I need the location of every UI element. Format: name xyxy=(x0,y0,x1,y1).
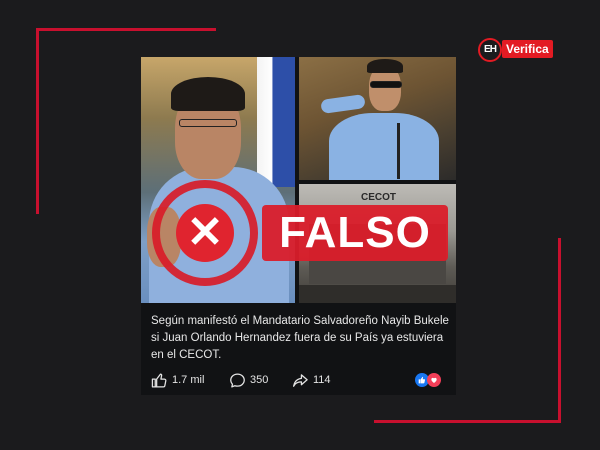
post-photo-top-right[interactable] xyxy=(299,57,456,180)
share-count: 114 xyxy=(313,374,331,386)
microphone xyxy=(397,123,400,179)
frame-bottom-right-vertical xyxy=(558,238,561,422)
logo-mark: EH xyxy=(478,38,502,62)
glasses xyxy=(179,119,237,127)
close-icon: ✕ xyxy=(176,204,234,262)
floor xyxy=(299,285,456,303)
person-hair xyxy=(171,77,245,111)
share-button[interactable]: 114 xyxy=(291,371,331,389)
logo-text: Verifica xyxy=(502,40,553,58)
person-shirt xyxy=(329,113,439,180)
comment-button[interactable]: 350 xyxy=(229,371,268,389)
person-hair xyxy=(367,59,403,73)
falso-label: FALSO xyxy=(262,205,448,261)
frame-top-left-horizontal xyxy=(36,28,216,31)
share-arrow-icon xyxy=(292,373,308,387)
frame-top-left-vertical xyxy=(36,28,39,214)
eh-verifica-logo: EH Verifica xyxy=(478,38,558,62)
flag xyxy=(257,57,295,187)
like-count: 1.7 mil xyxy=(172,374,205,386)
thumbs-up-icon xyxy=(151,372,167,388)
post-caption: Según manifestó el Mandatario Salvadoreñ… xyxy=(151,315,449,361)
comment-count: 350 xyxy=(250,374,269,386)
like-button[interactable]: 1.7 mil xyxy=(151,371,204,389)
sunglasses xyxy=(370,81,402,88)
reaction-summary[interactable] xyxy=(415,373,445,387)
pointing-arm xyxy=(320,94,366,114)
cecot-sign: CECOT xyxy=(361,192,396,203)
love-reaction-icon xyxy=(427,373,441,387)
post-actions-bar: 1.7 mil 350 114 xyxy=(151,371,449,389)
frame-bottom-right-horizontal xyxy=(374,420,561,423)
false-x-stamp: ✕ xyxy=(152,180,258,286)
comment-icon xyxy=(230,372,245,388)
